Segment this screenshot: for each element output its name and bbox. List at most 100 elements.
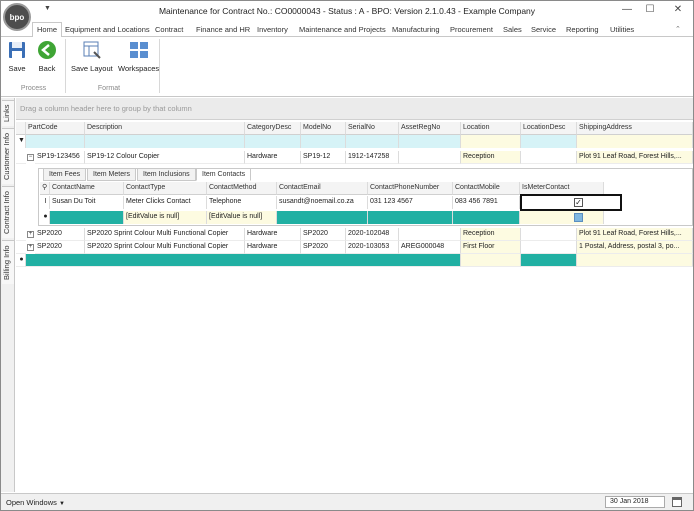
- tab-item-meters[interactable]: Item Meters: [87, 168, 136, 181]
- cell-contacttype[interactable]: Meter Clicks Contact: [124, 196, 207, 209]
- filter-cell-partcode[interactable]: [26, 135, 85, 148]
- cell-assetregno[interactable]: [399, 151, 461, 164]
- tab-contract[interactable]: Contract: [155, 23, 183, 37]
- cell-partcode[interactable]: SP19-123456: [35, 151, 85, 164]
- cell-serialno[interactable]: 2020-102048: [346, 228, 399, 241]
- tab-sales[interactable]: Sales: [503, 23, 522, 37]
- column-header-serialno[interactable]: SerialNo: [346, 122, 399, 135]
- new-cell-contactphonenumber[interactable]: [368, 211, 453, 224]
- column-header-contactmobile[interactable]: ContactMobile: [453, 182, 520, 195]
- expand-row-icon[interactable]: +: [27, 244, 34, 251]
- column-header-contactname[interactable]: ContactName: [50, 182, 124, 195]
- new-is-meter-contact-checkbox[interactable]: [574, 213, 583, 222]
- column-header-description[interactable]: Description: [85, 122, 245, 135]
- tab-utilities[interactable]: Utilities: [610, 23, 634, 37]
- cell-contactmethod[interactable]: Telephone: [207, 196, 277, 209]
- cell-assetregno[interactable]: [399, 228, 461, 241]
- new-cell-location[interactable]: [461, 254, 521, 267]
- side-tab-billing-info[interactable]: Billing Info: [2, 240, 14, 284]
- search-icon[interactable]: ⚲: [42, 184, 47, 191]
- cell-modelno[interactable]: SP2020: [301, 228, 346, 241]
- filter-cell-assetregno[interactable]: [399, 135, 461, 148]
- workspaces-button[interactable]: Workspaces: [118, 40, 159, 73]
- filter-cell-modelno[interactable]: [301, 135, 346, 148]
- cell-assetregno[interactable]: AREG000048: [399, 241, 461, 254]
- cell-description[interactable]: SP19-12 Colour Copier: [85, 151, 245, 164]
- cell-contactemail[interactable]: susandt@noemail.co.za: [277, 196, 368, 209]
- column-header-contactemail[interactable]: ContactEmail: [277, 182, 368, 195]
- cell-location[interactable]: Reception: [461, 151, 521, 164]
- cell-serialno[interactable]: 2020-103053: [346, 241, 399, 254]
- cell-shippingaddress[interactable]: Plot 91 Leaf Road, Forest Hills,...: [577, 228, 693, 241]
- filter-cell-description[interactable]: [85, 135, 245, 148]
- cell-locationdesc[interactable]: [521, 228, 577, 241]
- side-tab-contract-info[interactable]: Contract Info: [2, 186, 14, 238]
- new-row-cells[interactable]: [26, 254, 461, 267]
- side-tab-customer-info[interactable]: Customer Info: [2, 128, 14, 184]
- tab-service[interactable]: Service: [531, 23, 556, 37]
- cell-locationdesc[interactable]: [521, 151, 577, 164]
- filter-cell-locationdesc[interactable]: [521, 135, 577, 148]
- close-button[interactable]: ✕: [671, 4, 685, 16]
- column-header-assetregno[interactable]: AssetRegNo: [399, 122, 461, 135]
- maximize-button[interactable]: ☐: [643, 4, 657, 16]
- group-by-panel[interactable]: Drag a column header here to group by th…: [16, 98, 693, 120]
- cell-shippingaddress[interactable]: 1 Postal, Address, postal 3, po...: [577, 241, 693, 254]
- new-cell-contactmobile[interactable]: [453, 211, 520, 224]
- new-cell-ismetercontact[interactable]: [520, 211, 604, 224]
- cell-location[interactable]: First Floor: [461, 241, 521, 254]
- side-tab-links[interactable]: Links: [2, 100, 14, 126]
- cell-partcode[interactable]: SP2020: [35, 241, 85, 254]
- tab-equipment-and-locations[interactable]: Equipment and Locations: [65, 23, 150, 37]
- new-cell-contactname[interactable]: [50, 211, 124, 224]
- tab-manufacturing[interactable]: Manufacturing: [392, 23, 440, 37]
- tab-finance-and-hr[interactable]: Finance and HR: [196, 23, 250, 37]
- cell-description[interactable]: SP2020 Sprint Colour Multi Functional Co…: [85, 241, 245, 254]
- cell-contactphonenumber[interactable]: 031 123 4567: [368, 196, 453, 209]
- tab-procurement[interactable]: Procurement: [450, 23, 493, 37]
- cell-shippingaddress[interactable]: Plot 91 Leaf Road, Forest Hills,...: [577, 151, 693, 164]
- filter-cell-categorydesc[interactable]: [245, 135, 301, 148]
- app-logo[interactable]: bpo: [3, 3, 31, 31]
- column-header-contactphonenumber[interactable]: ContactPhoneNumber: [368, 182, 453, 195]
- ribbon-collapse-icon[interactable]: ⌃: [675, 23, 681, 37]
- column-header-categorydesc[interactable]: CategoryDesc: [245, 122, 301, 135]
- cell-categorydesc[interactable]: Hardware: [245, 228, 301, 241]
- new-cell-contactemail[interactable]: [277, 211, 368, 224]
- current-date-field[interactable]: 30 Jan 2018: [605, 496, 665, 508]
- cell-location[interactable]: Reception: [461, 228, 521, 241]
- save-layout-button[interactable]: Save Layout: [71, 40, 113, 73]
- tab-item-fees[interactable]: Item Fees: [43, 168, 87, 181]
- cell-partcode[interactable]: SP2020: [35, 228, 85, 241]
- tab-reporting[interactable]: Reporting: [566, 23, 599, 37]
- minimize-button[interactable]: —: [620, 4, 634, 16]
- new-cell-shippingaddress[interactable]: [577, 254, 693, 267]
- cell-description[interactable]: SP2020 Sprint Colour Multi Functional Co…: [85, 228, 245, 241]
- cell-categorydesc[interactable]: Hardware: [245, 241, 301, 254]
- tab-item-contacts[interactable]: Item Contacts: [196, 168, 252, 181]
- cell-serialno[interactable]: 1912-147258: [346, 151, 399, 164]
- new-cell-contactmethod[interactable]: [EditValue is null]: [207, 211, 277, 224]
- save-button[interactable]: Save: [7, 40, 27, 73]
- cell-modelno[interactable]: SP2020: [301, 241, 346, 254]
- new-cell-contacttype[interactable]: [EditValue is null]: [124, 211, 207, 224]
- filter-cell-shippingaddress[interactable]: [577, 135, 693, 148]
- calendar-icon[interactable]: [672, 497, 682, 507]
- tab-inventory[interactable]: Inventory: [257, 23, 288, 37]
- column-header-location[interactable]: Location: [461, 122, 521, 135]
- column-header-contacttype[interactable]: ContactType: [124, 182, 207, 195]
- tab-home[interactable]: Home: [32, 22, 63, 38]
- column-header-shippingaddress[interactable]: ShippingAddress: [577, 122, 693, 135]
- open-windows-menu[interactable]: Open Windows ▼: [6, 498, 65, 507]
- is-meter-contact-checkbox[interactable]: ✓: [574, 198, 583, 207]
- column-header-modelno[interactable]: ModelNo: [301, 122, 346, 135]
- column-header-partcode[interactable]: PartCode: [26, 122, 85, 135]
- column-header-contactmethod[interactable]: ContactMethod: [207, 182, 277, 195]
- cell-contactmobile[interactable]: 083 456 7891: [453, 196, 520, 209]
- cell-locationdesc[interactable]: [521, 241, 577, 254]
- tab-item-inclusions[interactable]: Item Inclusions: [137, 168, 196, 181]
- collapse-row-icon[interactable]: −: [27, 154, 34, 161]
- cell-categorydesc[interactable]: Hardware: [245, 151, 301, 164]
- new-cell-locationdesc[interactable]: [521, 254, 577, 267]
- tab-maintenance-and-projects[interactable]: Maintenance and Projects: [299, 23, 386, 37]
